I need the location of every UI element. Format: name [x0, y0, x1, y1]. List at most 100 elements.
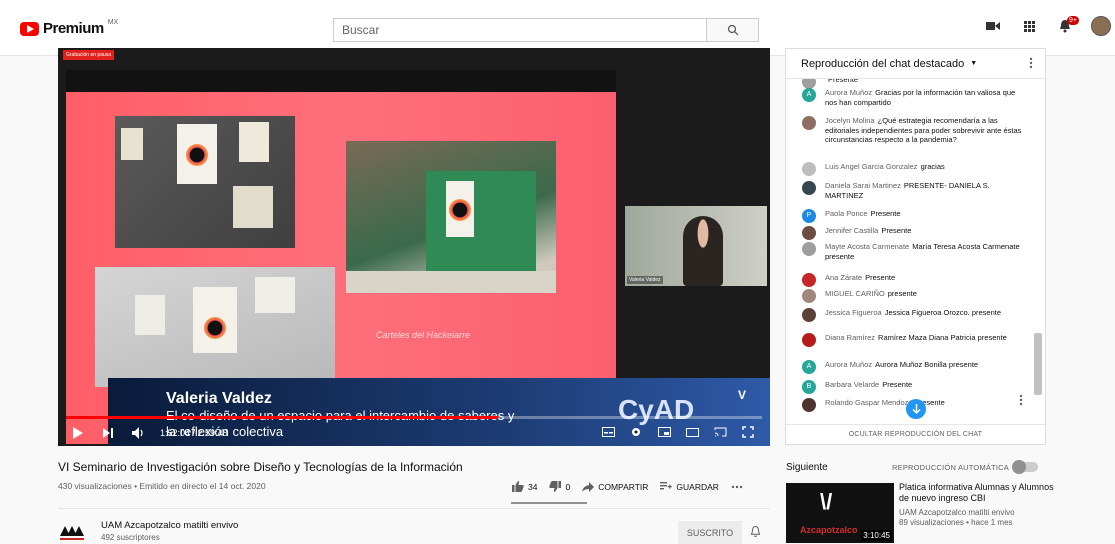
chat-author: Jessica Figueroa: [825, 308, 882, 317]
scroll-to-bottom-button[interactable]: [906, 399, 926, 419]
chat-message-list[interactable]: Presente A Aurora Muñoz Gracias por la info…: [786, 79, 1032, 424]
chat-avatar: P: [802, 209, 816, 223]
dislike-button[interactable]: 0: [549, 481, 570, 492]
next-video-channel: UAM Azcapotzalco matilti envivo: [899, 508, 1015, 517]
volume-icon: [131, 427, 143, 439]
chat-message[interactable]: Ana Zárate Presente: [802, 273, 1028, 287]
chat-text: gracias: [920, 162, 945, 171]
uam-logo-mark: V: [738, 388, 747, 402]
chat-message[interactable]: Luis Angel Garcia Gonzalez gracias: [802, 162, 1028, 176]
apps-button[interactable]: [1019, 14, 1039, 38]
chat-author: Aurora Muñoz: [825, 88, 873, 97]
next-video-title[interactable]: Platica informativa Alumnas y Alumnos de…: [899, 482, 1059, 504]
chat-author: Aurora Muñoz: [825, 360, 873, 369]
logo-text: Premium: [43, 20, 104, 37]
chat-author: Barbara Velarde: [825, 380, 880, 389]
share-button[interactable]: COMPARTIR: [582, 481, 649, 492]
share-label: COMPARTIR: [598, 481, 649, 492]
channel-name[interactable]: UAM Azcapotzalco matilti envivo: [101, 520, 238, 531]
search-button[interactable]: [706, 19, 758, 41]
slide-photo-wall: [95, 267, 335, 387]
chat-message[interactable]: MIGUEL CARIÑO presente: [802, 289, 1028, 303]
more-vert-icon: [1029, 57, 1033, 69]
play-button[interactable]: [70, 425, 86, 441]
chat-message[interactable]: Jessica Figueroa Jessica Figueroa Orozco.…: [802, 308, 1028, 322]
chat-scrollbar[interactable]: [1034, 333, 1042, 395]
like-button[interactable]: 34: [512, 481, 537, 492]
total-time: 2:59:48: [197, 428, 228, 438]
thumb-up-icon: [512, 481, 524, 492]
subscriber-count: 492 suscriptores: [101, 533, 160, 542]
chat-author: Luis Angel Garcia Gonzalez: [825, 162, 918, 171]
chat-avatar: [802, 226, 816, 240]
chat-author: Daniela Sarai Martinez: [825, 181, 901, 190]
chat-avatar: [802, 308, 816, 322]
autoplay-label: REPRODUCCIÓN AUTOMÁTICA: [892, 463, 1009, 472]
chat-message[interactable]: A Aurora Muñoz Aurora Muñoz Bonilla presen…: [802, 360, 1028, 374]
thumb-down-icon: [549, 481, 562, 492]
miniplayer-button[interactable]: [656, 424, 672, 440]
subscribe-button[interactable]: SUSCRITO: [678, 521, 742, 544]
chat-message[interactable]: B Barbara Velarde Presente: [802, 380, 1028, 394]
next-button[interactable]: [100, 425, 116, 441]
notifications-button[interactable]: 9+: [1055, 14, 1079, 38]
chat-avatar: [802, 162, 816, 176]
chat-author: Mayte Acosta Carmenate: [825, 242, 910, 251]
chat-author: Diana Ramírez: [825, 333, 876, 342]
chat-author: MIGUEL CARIÑO: [825, 289, 885, 298]
share-icon: [582, 481, 595, 492]
cast-button[interactable]: [712, 424, 728, 440]
create-video-button[interactable]: [983, 14, 1003, 38]
save-button[interactable]: GUARDAR: [660, 482, 719, 492]
chat-avatar: [802, 242, 816, 256]
search-input[interactable]: [334, 19, 708, 41]
save-label: GUARDAR: [676, 481, 719, 492]
channel-logo[interactable]: [58, 520, 88, 542]
chat-author: Jennifer Castilla: [825, 226, 879, 235]
more-actions-button[interactable]: [731, 485, 743, 489]
next-video-meta: 89 visualizaciones • hace 1 mes: [899, 518, 1013, 527]
chat-message[interactable]: P Paola Ponce Presente: [802, 209, 1028, 223]
chat-menu-button[interactable]: [1029, 57, 1033, 72]
youtube-play-icon: [20, 21, 39, 36]
chat-author: Rolando Gaspar Mendoza: [825, 398, 913, 407]
chat-avatar: A: [802, 360, 816, 374]
chat-replay-panel: Reproducción del chat destacado ▼ Presen…: [785, 48, 1046, 445]
theater-icon: [685, 427, 699, 437]
video-player[interactable]: Grabación en pausa Carteles del Hackeiar…: [58, 48, 770, 446]
subtitles-button[interactable]: [600, 424, 616, 440]
chat-header[interactable]: Reproducción del chat destacado ▼: [786, 49, 1045, 79]
volume-button[interactable]: [130, 425, 146, 441]
chat-text: presente: [887, 289, 917, 298]
more-horiz-icon: [731, 485, 743, 488]
playlist-add-icon: [660, 482, 673, 490]
video-actions: 34 0 COMPARTIR GUARDAR: [512, 481, 743, 492]
slide-photo-posters: [115, 116, 295, 248]
chat-message[interactable]: Jocelyn Molina ¿Qué estrategia recomendar…: [802, 116, 1028, 145]
autoplay-toggle[interactable]: [1012, 460, 1038, 474]
settings-button[interactable]: [628, 424, 644, 440]
chat-author: Paola Ponce: [825, 209, 868, 218]
fullscreen-icon: [742, 426, 754, 438]
arrow-down-icon: [911, 404, 921, 414]
chat-message[interactable]: A Aurora Muñoz Gracias por la información …: [802, 88, 1028, 107]
channel-notifications-button[interactable]: [750, 525, 761, 543]
chat-message[interactable]: Jennifer Castilla Presente: [802, 226, 1028, 240]
next-video-thumbnail[interactable]: \/ Azcapotzalco 3:10:45: [786, 483, 894, 543]
chat-message[interactable]: Diana Ramírez Ramírez Maza Diana Patricia…: [802, 333, 1028, 347]
theater-mode-button[interactable]: [684, 424, 700, 440]
notification-badge: 9+: [1067, 16, 1079, 25]
message-menu-button[interactable]: [1019, 393, 1023, 411]
progress-bar[interactable]: [66, 416, 762, 419]
play-icon: [73, 427, 83, 439]
youtube-logo[interactable]: Premium MX: [20, 19, 118, 37]
chat-message[interactable]: Daniela Sarai Martinez PRESENTE- DANIELA …: [802, 181, 1028, 200]
hide-chat-replay-button[interactable]: OCULTAR REPRODUCCIÓN DEL CHAT: [786, 424, 1045, 444]
subtitles-icon: [601, 427, 615, 437]
chat-avatar: A: [802, 88, 816, 102]
video-duration: 3:10:45: [861, 530, 892, 541]
account-avatar[interactable]: [1091, 16, 1111, 36]
video-title: VI Seminario de Investigación sobre Dise…: [58, 460, 463, 474]
chat-message[interactable]: Mayte Acosta Carmenate María Teresa Acost…: [802, 242, 1028, 261]
fullscreen-button[interactable]: [740, 424, 756, 440]
